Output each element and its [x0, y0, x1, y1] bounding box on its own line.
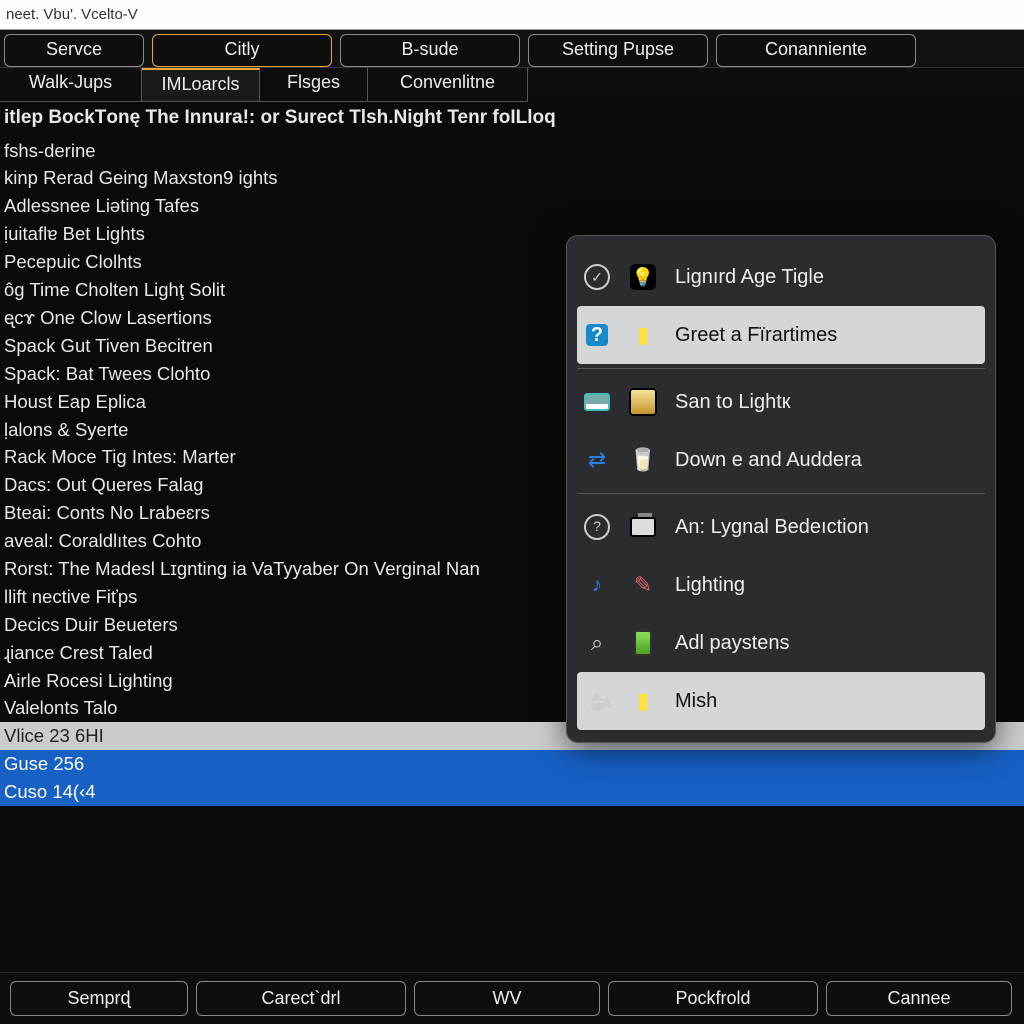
panel-row-0[interactable]: 💡 Lignırd Age Tiɡle — [577, 248, 985, 306]
arrows-icon: ⇄ — [583, 446, 611, 474]
panel-row-label: Grеet a Fїrartimes — [675, 324, 837, 347]
cup-icon: 🥛 — [627, 444, 659, 476]
tab-sub-0[interactable]: Walk-Jups — [0, 68, 142, 102]
panel-divider — [577, 493, 985, 494]
panel-row-label: Down e and Auddera — [675, 449, 862, 472]
panel-row-label: Adl paystens — [675, 632, 790, 655]
tab-sub-3[interactable]: Convenlitne — [368, 68, 528, 102]
panel-row-6[interactable]: Adl paystens — [577, 614, 985, 672]
tab-top-1[interactable]: Citly — [152, 34, 332, 67]
panel-row-1[interactable]: ▮ Grеet a Fїrartimes — [577, 306, 985, 364]
panel-row-label: Lighting — [675, 574, 745, 597]
bottom-bar: SemprɖCarect`drlWVPockfroldCannee — [0, 972, 1024, 1024]
actions-panel: 💡 Lignırd Age Tiɡle ▮ Grеet a Fїrartimes San… — [566, 235, 996, 743]
q-icon — [583, 513, 611, 541]
tab-top-4[interactable]: Conanniente — [716, 34, 916, 67]
list-item[interactable]: Cuso 14(‹4 — [0, 778, 1024, 806]
tabs-top: ServceCitlyB-sudeSettinɡ PupseConannient… — [0, 30, 1024, 68]
bottom-button-0[interactable]: Semprɖ — [10, 981, 188, 1016]
bulb-icon: 💡 — [627, 261, 659, 293]
panel-row-2[interactable]: San to Lightк — [577, 373, 985, 431]
title-part-b: Vbu'. — [43, 6, 77, 23]
pot-icon — [627, 511, 659, 543]
tab-top-2[interactable]: B-sude — [340, 34, 520, 67]
panel-row-5[interactable]: ♪ ✎ Lighting — [577, 556, 985, 614]
tab-sub-1[interactable]: IMLoarcls — [142, 68, 260, 102]
note-icon: ♪ — [583, 571, 611, 599]
titlebar: neet. Vbu'. Vcelto-V — [0, 0, 1024, 30]
title-part-c: Vcelto-V — [81, 6, 138, 23]
tab-top-0[interactable]: Servce — [4, 34, 144, 67]
bottom-button-1[interactable]: Carect`drl — [196, 981, 406, 1016]
pin-icon: ▮ — [627, 319, 659, 351]
bottom-button-3[interactable]: Pockfrold — [608, 981, 818, 1016]
panel-row-label: San to Lightк — [675, 391, 791, 414]
list-item[interactable]: kinp Rerad Geinɡ Maxston9 iɡhts — [0, 164, 1024, 192]
list-item[interactable]: Adlessnee Liətinɡ Tafes — [0, 192, 1024, 220]
battery-icon — [627, 627, 659, 659]
panel-row-3[interactable]: ⇄ 🥛 Down e and Auddera — [577, 431, 985, 489]
panel-row-label: Lignırd Age Tiɡle — [675, 266, 824, 289]
panel-row-label: An: Lyɡnаl Bedeıction — [675, 516, 869, 539]
bottom-button-2[interactable]: WV — [414, 981, 600, 1016]
tab-top-3[interactable]: Settinɡ Pupse — [528, 34, 708, 67]
title-part-a: neet. — [6, 6, 39, 23]
search-icon — [583, 629, 611, 657]
circle-check-icon — [583, 263, 611, 291]
person-icon — [583, 687, 611, 715]
panel-row-7[interactable]: ▮ Mish — [577, 672, 985, 730]
pin-icon: ▮ — [627, 685, 659, 717]
list-item[interactable]: Guse 256 — [0, 750, 1024, 778]
pencil-icon: ✎ — [627, 569, 659, 601]
list-item[interactable]: fshs-derine — [0, 137, 1024, 165]
content-heading: itlep BockTоnę The Innura!: or Surect Tl… — [0, 102, 1024, 135]
bottom-button-4[interactable]: Cannee — [826, 981, 1012, 1016]
panel-row-4[interactable]: An: Lyɡnаl Bedeıction — [577, 498, 985, 556]
tab-sub-2[interactable]: Flsɡes — [260, 68, 368, 102]
print-icon — [583, 388, 611, 416]
tabs-sub: Walk-JupsIMLoarclsFlsɡesConvenlitne — [0, 68, 1024, 102]
panel-divider — [577, 368, 985, 369]
avatar-icon — [627, 386, 659, 418]
help-icon — [583, 321, 611, 349]
panel-row-label: Mish — [675, 690, 717, 713]
